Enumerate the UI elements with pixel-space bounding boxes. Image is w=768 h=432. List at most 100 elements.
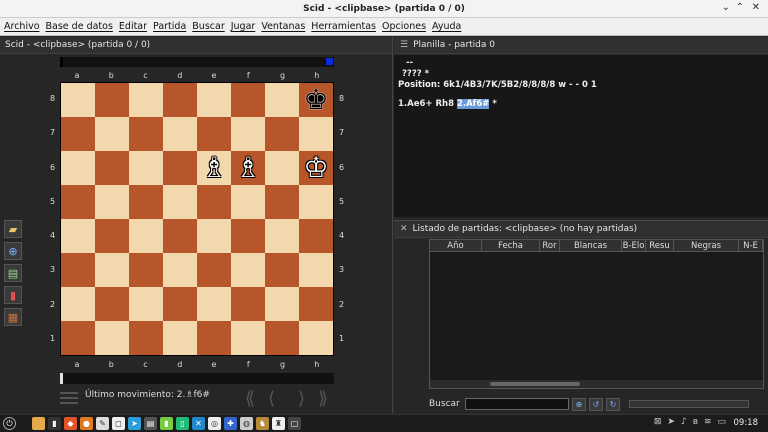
brave-icon[interactable]: ◆ bbox=[64, 417, 77, 430]
power-icon[interactable]: ⏻ bbox=[3, 417, 16, 430]
table-icon[interactable]: ▤ bbox=[4, 264, 22, 282]
menu-buscar[interactable]: Buscar bbox=[192, 21, 224, 32]
bluetooth-icon[interactable]: ʙ bbox=[693, 417, 698, 427]
zoom-search-icon[interactable]: ⊕ bbox=[572, 397, 586, 411]
square-a2[interactable] bbox=[61, 287, 95, 321]
menu-opciones[interactable]: Opciones bbox=[382, 21, 426, 32]
app-icon[interactable]: ♜ bbox=[272, 417, 285, 430]
app-icon[interactable]: ◻ bbox=[112, 417, 125, 430]
square-b4[interactable] bbox=[95, 219, 129, 253]
square-b3[interactable] bbox=[95, 253, 129, 287]
square-g2[interactable] bbox=[265, 287, 299, 321]
square-b8[interactable] bbox=[95, 83, 129, 117]
prev-move-icon[interactable]: ⟨ bbox=[268, 388, 275, 409]
square-e3[interactable] bbox=[197, 253, 231, 287]
app-icon[interactable]: ▤ bbox=[144, 417, 157, 430]
close-icon[interactable]: ✕ bbox=[752, 2, 760, 13]
square-a7[interactable] bbox=[61, 117, 95, 151]
square-c3[interactable] bbox=[129, 253, 163, 287]
app-icon[interactable]: ◍ bbox=[240, 417, 253, 430]
square-c8[interactable] bbox=[129, 83, 163, 117]
minimize-icon[interactable]: ⌄ bbox=[722, 2, 730, 13]
maximize-icon[interactable]: ⌃ bbox=[736, 2, 744, 13]
app-icon[interactable]: ▢ bbox=[288, 417, 301, 430]
square-g4[interactable] bbox=[265, 219, 299, 253]
zoom-icon[interactable]: ⊕ bbox=[4, 242, 22, 260]
square-g8[interactable] bbox=[265, 83, 299, 117]
wifi-icon[interactable]: ≋ bbox=[704, 417, 712, 427]
square-g3[interactable] bbox=[265, 253, 299, 287]
firefox-icon[interactable]: ● bbox=[80, 417, 93, 430]
square-a8[interactable] bbox=[61, 83, 95, 117]
square-d3[interactable] bbox=[163, 253, 197, 287]
next-move-icon[interactable]: ⟩ bbox=[298, 388, 305, 409]
close-icon[interactable]: ✕ bbox=[400, 224, 408, 234]
square-a3[interactable] bbox=[61, 253, 95, 287]
square-d1[interactable] bbox=[163, 321, 197, 355]
undo-icon[interactable]: ↺ bbox=[589, 397, 603, 411]
menu-archivo[interactable]: Archivo bbox=[4, 21, 40, 32]
white-bishop-icon[interactable]: ♗ bbox=[201, 154, 226, 182]
square-h7[interactable] bbox=[299, 117, 333, 151]
telegram-icon[interactable]: ➤ bbox=[128, 417, 141, 430]
move-current[interactable]: 2.Af6# bbox=[456, 99, 490, 109]
square-e6[interactable]: ♗ bbox=[197, 151, 231, 185]
first-move-icon[interactable]: ⟪ bbox=[245, 388, 255, 409]
square-d8[interactable] bbox=[163, 83, 197, 117]
square-c2[interactable] bbox=[129, 287, 163, 321]
move-1[interactable]: 1.Ae6+ Rh8 bbox=[398, 99, 457, 109]
square-e2[interactable] bbox=[197, 287, 231, 321]
eraser-icon[interactable]: ▰ bbox=[4, 220, 22, 238]
square-g7[interactable] bbox=[265, 117, 299, 151]
scid-icon[interactable]: ♞ bbox=[256, 417, 269, 430]
square-g1[interactable] bbox=[265, 321, 299, 355]
app-icon[interactable]: ✚ bbox=[224, 417, 237, 430]
square-d6[interactable] bbox=[163, 151, 197, 185]
menu-herramientas[interactable]: Herramientas bbox=[311, 21, 376, 32]
square-e4[interactable] bbox=[197, 219, 231, 253]
app-icon[interactable]: ◎ bbox=[208, 417, 221, 430]
last-move-icon[interactable]: ⟫ bbox=[318, 388, 328, 409]
square-c4[interactable] bbox=[129, 219, 163, 253]
menu-partida[interactable]: Partida bbox=[153, 21, 186, 32]
square-a5[interactable] bbox=[61, 185, 95, 219]
chess-board[interactable]: ♚ ♗ ♗ ♔ bbox=[60, 82, 334, 356]
col-white[interactable]: Blancas bbox=[560, 240, 622, 251]
square-e1[interactable] bbox=[197, 321, 231, 355]
col-year[interactable]: Año bbox=[430, 240, 482, 251]
col-black[interactable]: Negras bbox=[674, 240, 739, 251]
black-king-icon[interactable]: ♚ bbox=[303, 86, 328, 114]
white-king-icon[interactable]: ♔ bbox=[303, 154, 328, 182]
square-c1[interactable] bbox=[129, 321, 163, 355]
square-d4[interactable] bbox=[163, 219, 197, 253]
white-bishop-icon[interactable]: ♗ bbox=[235, 154, 260, 182]
square-a1[interactable] bbox=[61, 321, 95, 355]
bar-chart-icon[interactable]: ▮ bbox=[4, 286, 22, 304]
square-d7[interactable] bbox=[163, 117, 197, 151]
app-icon[interactable]: ✕ bbox=[192, 417, 205, 430]
col-date[interactable]: Fecha bbox=[482, 240, 540, 251]
menu-ventanas[interactable]: Ventanas bbox=[261, 21, 305, 32]
square-f7[interactable] bbox=[231, 117, 265, 151]
square-f2[interactable] bbox=[231, 287, 265, 321]
board-icon[interactable]: ▦ bbox=[4, 308, 22, 326]
editor-icon[interactable]: ✎ bbox=[96, 417, 109, 430]
volume-icon[interactable]: ♪ bbox=[681, 417, 687, 427]
square-h4[interactable] bbox=[299, 219, 333, 253]
menu-editar[interactable]: Editar bbox=[119, 21, 147, 32]
square-h3[interactable] bbox=[299, 253, 333, 287]
app-icon[interactable]: ▮ bbox=[160, 417, 173, 430]
folder-icon[interactable] bbox=[32, 417, 45, 430]
square-b5[interactable] bbox=[95, 185, 129, 219]
square-g5[interactable] bbox=[265, 185, 299, 219]
square-b1[interactable] bbox=[95, 321, 129, 355]
search-input[interactable] bbox=[465, 398, 569, 410]
square-f5[interactable] bbox=[231, 185, 265, 219]
horizontal-scrollbar[interactable] bbox=[430, 380, 763, 388]
square-c7[interactable] bbox=[129, 117, 163, 151]
square-h5[interactable] bbox=[299, 185, 333, 219]
square-f6[interactable]: ♗ bbox=[231, 151, 265, 185]
menu-jugar[interactable]: Jugar bbox=[231, 21, 256, 32]
network-icon[interactable]: ⊠ bbox=[654, 417, 662, 427]
menu-base-de-datos[interactable]: Base de datos bbox=[46, 21, 113, 32]
